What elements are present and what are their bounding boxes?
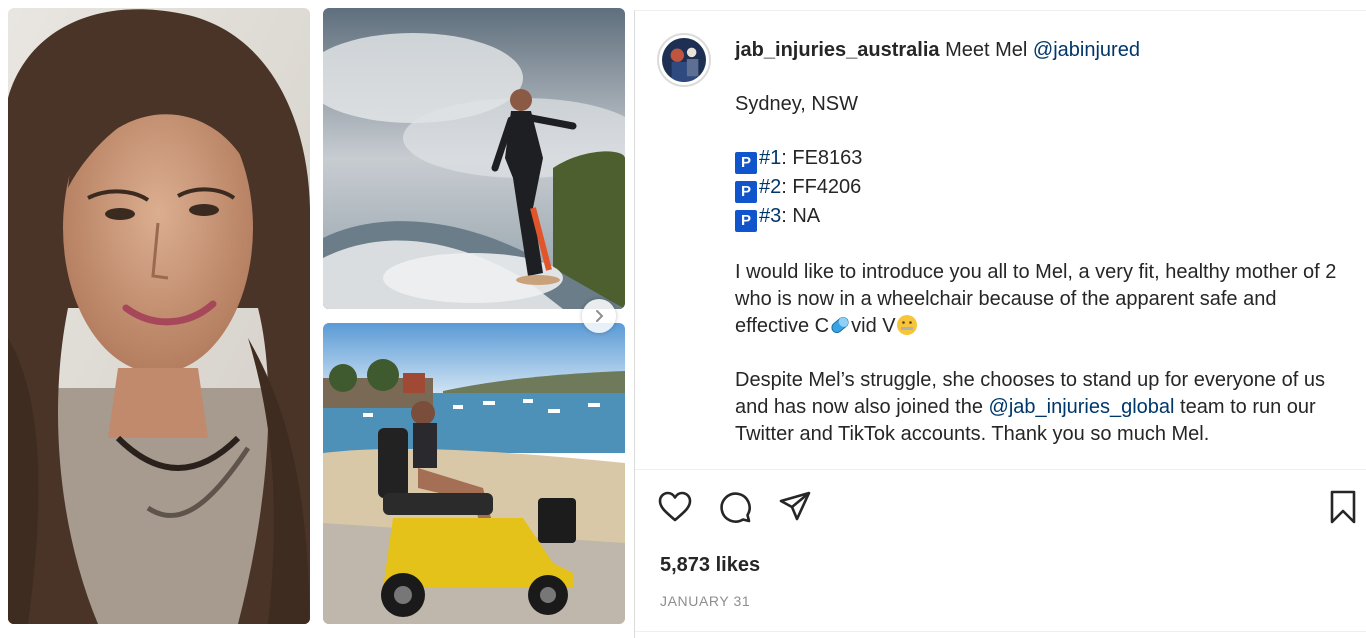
post-date[interactable]: JANUARY 31	[660, 593, 750, 609]
heart-icon	[658, 491, 692, 522]
share-button[interactable]	[777, 489, 817, 529]
paragraph-1-text-a: I would like to introduce you all to Mel…	[735, 261, 1337, 337]
divider	[635, 631, 1366, 632]
post-media	[0, 0, 634, 638]
caption-paragraph-1: I would like to introduce you all to Mel…	[735, 259, 1355, 340]
next-image-button[interactable]	[582, 299, 616, 333]
paper-plane-icon	[779, 491, 811, 521]
chevron-right-icon	[596, 310, 604, 322]
dose-value-1: : FE8163	[781, 147, 863, 169]
caption-paragraph-2: Despite Mel’s struggle, she chooses to s…	[735, 367, 1355, 448]
comment-icon	[720, 492, 751, 523]
zipper-mouth-face-icon	[896, 315, 917, 335]
like-button[interactable]	[657, 489, 697, 529]
portrait-photo[interactable]	[8, 8, 310, 624]
likes-count[interactable]: 5,873 likes	[660, 554, 760, 577]
paragraph-1-text-b: vid V	[851, 315, 896, 337]
divider	[635, 469, 1366, 470]
dose-line-3: P #3: NA	[735, 203, 1355, 232]
beach-scooter-photo[interactable]	[323, 323, 625, 624]
surfing-photo[interactable]	[323, 8, 625, 309]
post-panel: jab_injuries_australia Meet Mel @jabinju…	[634, 10, 1366, 638]
mention-jab-injuries-global[interactable]: @jab_injuries_global	[989, 396, 1175, 418]
p-button-emoji: P	[735, 210, 757, 232]
bookmark-icon	[1330, 490, 1356, 524]
username-link[interactable]: jab_injuries_australia	[735, 39, 940, 61]
save-button[interactable]	[1325, 489, 1365, 529]
hashtag-2[interactable]: #2	[759, 176, 781, 198]
blue-pill-icon	[831, 316, 849, 334]
dose-line-2: P #2: FF4206	[735, 174, 1355, 203]
dose-line-1: P #1: FE8163	[735, 145, 1355, 174]
caption-intro: Meet Mel	[945, 39, 1028, 61]
avatar[interactable]	[657, 33, 711, 87]
comment-button[interactable]	[717, 489, 757, 529]
p-button-emoji: P	[735, 181, 757, 203]
dose-value-3: : NA	[781, 205, 821, 227]
post-caption: jab_injuries_australia Meet Mel @jabinju…	[735, 37, 1355, 448]
dose-value-2: : FF4206	[781, 176, 862, 198]
caption-header: jab_injuries_australia Meet Mel @jabinju…	[735, 37, 1355, 64]
profile-picture	[662, 38, 706, 82]
location-line: Sydney, NSW	[735, 93, 858, 115]
hashtag-1[interactable]: #1	[759, 147, 781, 169]
mention-jabinjured[interactable]: @jabinjured	[1033, 39, 1140, 61]
p-button-emoji: P	[735, 152, 757, 174]
hashtag-3[interactable]: #3	[759, 205, 781, 227]
